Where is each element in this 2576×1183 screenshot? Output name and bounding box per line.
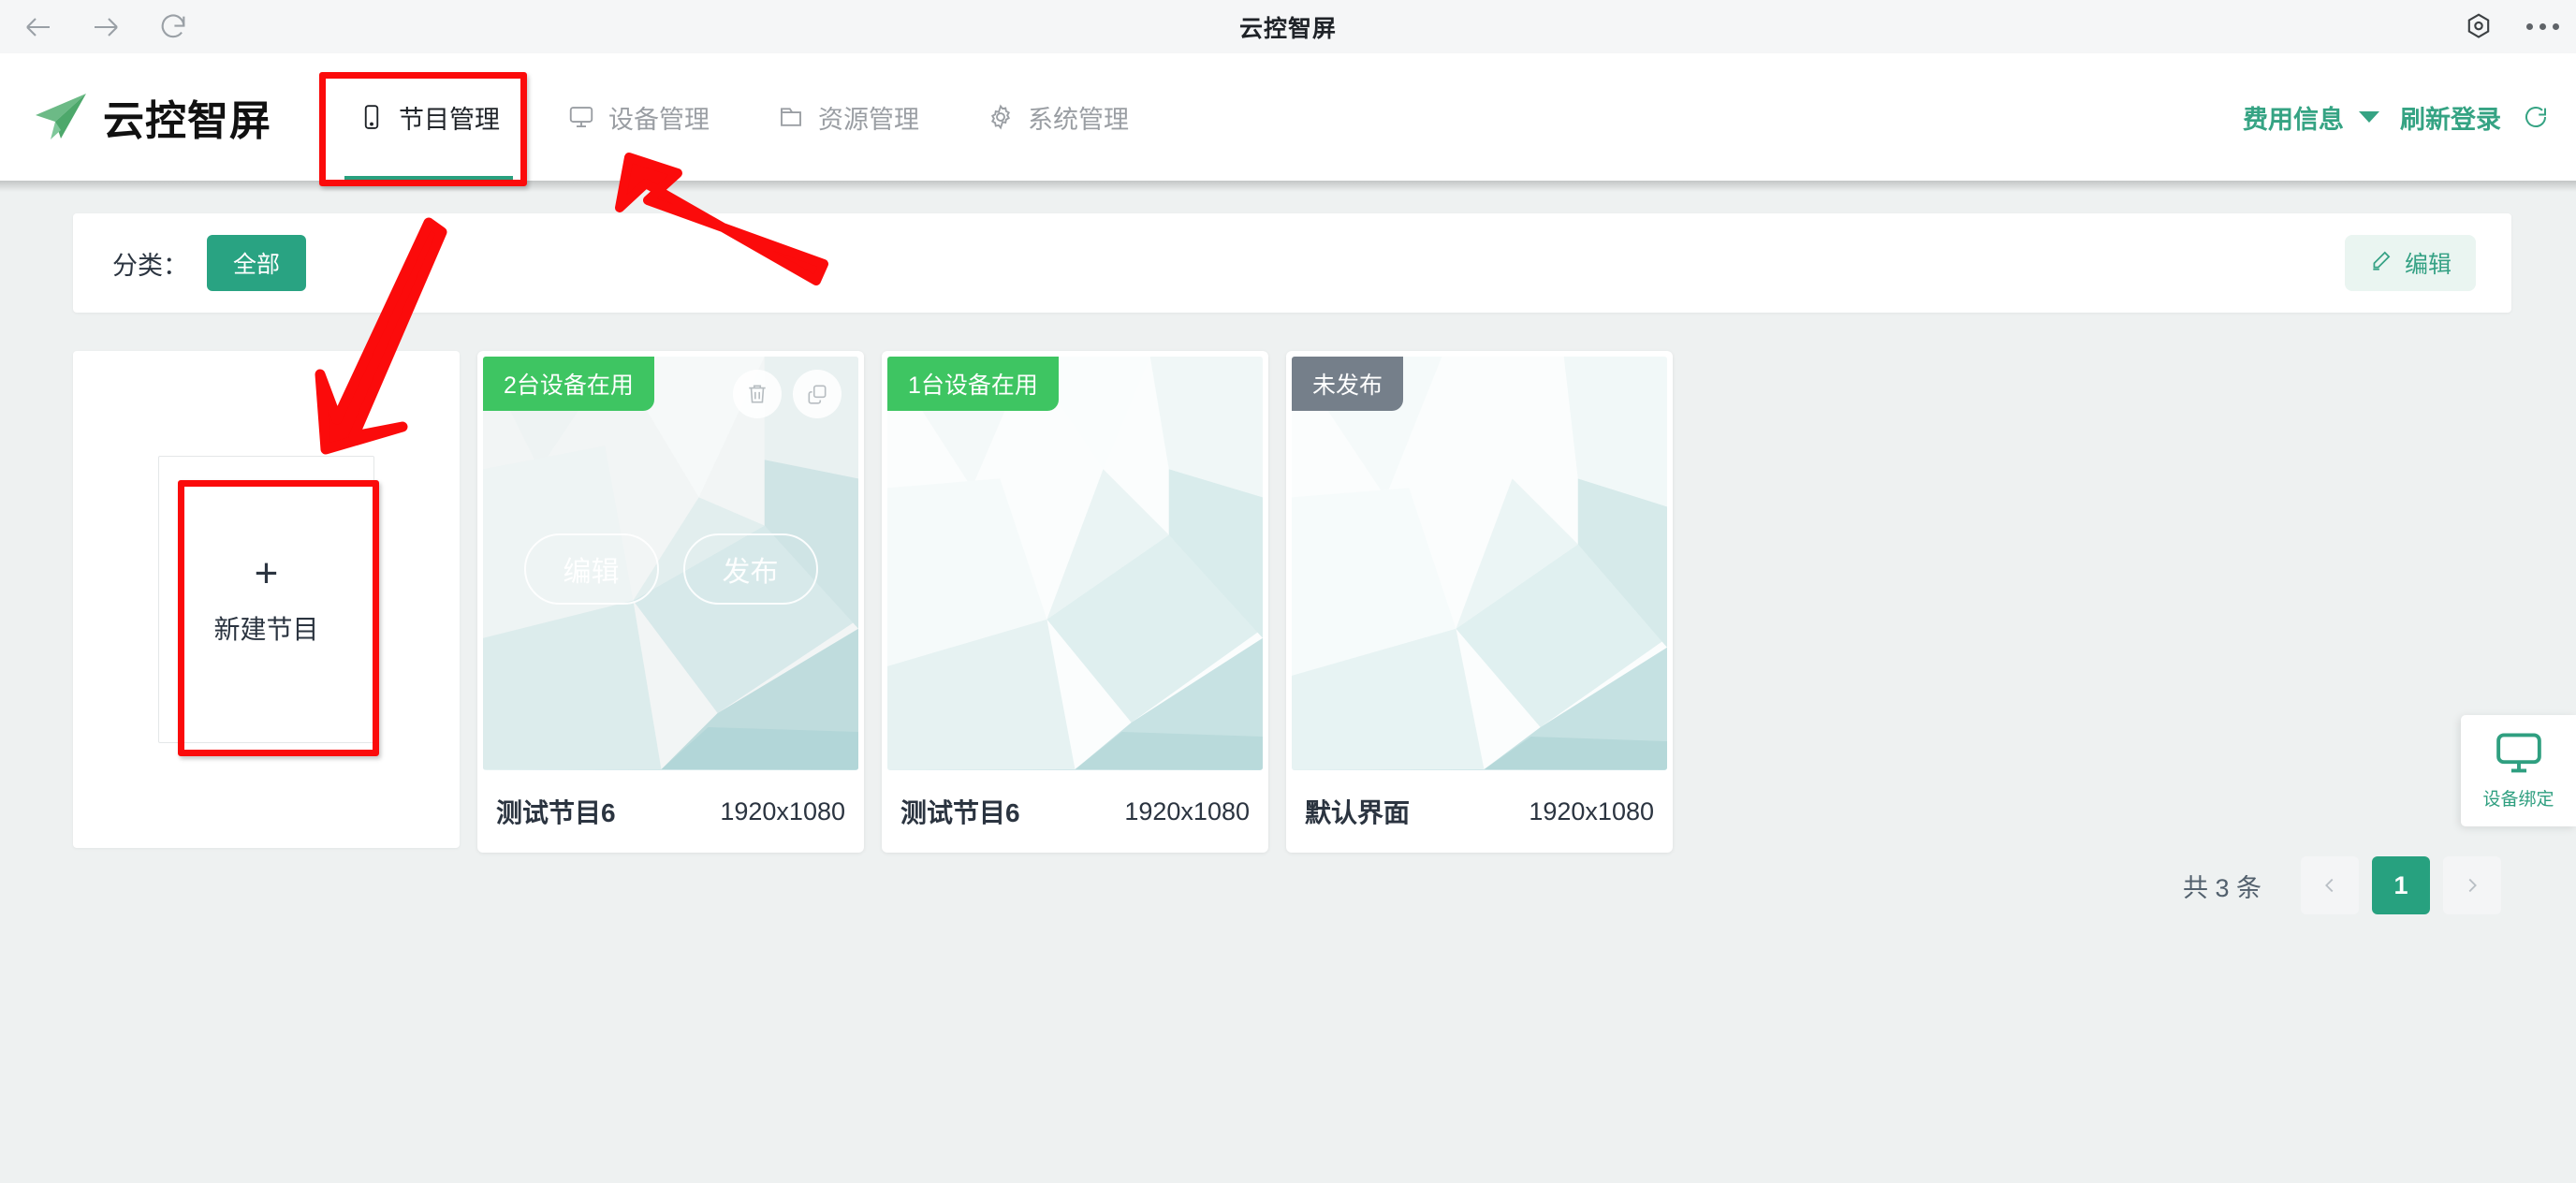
nav-item-label: 资源管理 [818, 105, 919, 134]
refresh-login-link[interactable]: 刷新登录 [2400, 99, 2501, 136]
chevron-right-icon [2468, 878, 2477, 893]
account-area: 费用信息 刷新登录 [2243, 53, 2550, 181]
paper-plane-icon [32, 91, 90, 143]
status-badge: 1台设备在用 [887, 357, 1059, 411]
program-card-footer: 测试节目6 1920x1080 [477, 770, 864, 853]
gear-icon [987, 103, 1015, 131]
program-grid: + 新建节目 2台设备在用 编辑 发布 测试节目6 1920x1080 1台设备… [73, 351, 1673, 853]
thumbnail-art [1292, 357, 1667, 770]
folder-icon [777, 103, 805, 131]
hexagon-gear-icon[interactable] [2463, 11, 2495, 43]
refresh-icon[interactable] [2522, 103, 2550, 131]
nav-item-resource-management[interactable]: 资源管理 [743, 53, 953, 181]
plus-icon: + [254, 549, 279, 596]
pagination-prev-button[interactable] [2301, 856, 2359, 914]
card-hover-actions: 编辑 发布 [483, 357, 858, 770]
mobile-screen-icon [358, 103, 386, 131]
delete-program-button[interactable] [733, 370, 782, 418]
program-resolution: 1920x1080 [1529, 796, 1654, 825]
monitor-icon [2493, 732, 2545, 780]
new-program-button[interactable]: + 新建节目 [158, 456, 374, 743]
program-card-footer: 默认界面 1920x1080 [1286, 770, 1673, 853]
monitor-icon [567, 103, 595, 131]
main-nav: 节目管理 设备管理 资源管理 系统管理 [324, 53, 1163, 181]
nav-item-device-management[interactable]: 设备管理 [534, 53, 743, 181]
thumbnail-art [887, 357, 1263, 770]
pencil-icon [2369, 248, 2393, 279]
new-program-card: + 新建节目 [73, 351, 460, 848]
pagination-total: 共 3 条 [2182, 873, 2261, 902]
brand[interactable]: 云控智屏 [32, 87, 271, 147]
category-chip-all[interactable]: 全部 [207, 235, 307, 291]
edit-button-label: 编辑 [2404, 252, 2452, 278]
status-badge: 未发布 [1292, 357, 1404, 411]
nav-item-program-management[interactable]: 节目管理 [324, 53, 534, 181]
category-label: 分类： [112, 251, 188, 280]
window-title: 云控智屏 [1238, 15, 1337, 42]
pagination: 共 3 条 1 [2183, 856, 2501, 914]
program-card[interactable]: 1台设备在用 测试节目6 1920x1080 [882, 351, 1268, 853]
app-root: 云控智屏 云控智屏 节目管理 设备管理 资源管理 系统管理 费用信息 刷新登录 … [0, 0, 2576, 1183]
device-binding-label: 设备绑定 [2482, 789, 2554, 810]
edit-program-button[interactable]: 编辑 [523, 533, 659, 605]
nav-item-system-management[interactable]: 系统管理 [953, 53, 1163, 181]
duplicate-program-button[interactable] [793, 370, 842, 418]
program-thumbnail: 未发布 [1292, 357, 1667, 770]
brand-name: 云控智屏 [103, 98, 271, 144]
fee-info-link[interactable]: 费用信息 [2243, 99, 2344, 136]
new-program-label: 新建节目 [213, 614, 319, 644]
program-resolution: 1920x1080 [1124, 796, 1250, 825]
program-card[interactable]: 2台设备在用 编辑 发布 测试节目6 1920x1080 [477, 351, 864, 853]
pagination-page-1[interactable]: 1 [2372, 856, 2430, 914]
program-card[interactable]: 未发布 默认界面 1920x1080 [1286, 351, 1673, 853]
caret-down-icon[interactable] [2359, 111, 2379, 123]
nav-item-label: 节目管理 [399, 105, 500, 134]
card-icon-actions [733, 370, 842, 418]
program-name: 测试节目6 [900, 798, 1020, 827]
pagination-next-button[interactable] [2443, 856, 2501, 914]
publish-program-button[interactable]: 发布 [682, 533, 818, 605]
program-name: 默认界面 [1305, 798, 1411, 827]
nav-item-label: 设备管理 [608, 105, 710, 134]
program-thumbnail: 1台设备在用 [887, 357, 1263, 770]
edit-categories-button[interactable]: 编辑 [2344, 235, 2476, 291]
program-name: 测试节目6 [496, 798, 616, 827]
program-card-footer: 测试节目6 1920x1080 [882, 770, 1268, 853]
chevron-left-icon [2325, 878, 2334, 893]
more-options-icon[interactable] [2526, 23, 2559, 30]
browser-chrome-right [2463, 0, 2559, 53]
app-header: 云控智屏 节目管理 设备管理 资源管理 系统管理 费用信息 刷新登录 [0, 53, 2576, 181]
category-filter-bar: 分类： 全部 编辑 [73, 213, 2511, 313]
nav-item-label: 系统管理 [1028, 105, 1129, 134]
program-resolution: 1920x1080 [720, 796, 845, 825]
program-thumbnail: 2台设备在用 编辑 发布 [483, 357, 858, 770]
browser-chrome: 云控智屏 [0, 0, 2576, 53]
device-binding-widget[interactable]: 设备绑定 [2461, 715, 2576, 826]
